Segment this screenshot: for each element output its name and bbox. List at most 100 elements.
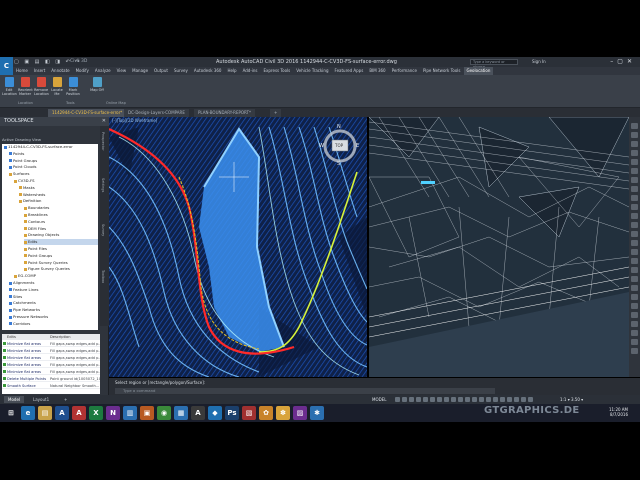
ribbon-button-edit-location[interactable]: Edit Location: [2, 77, 17, 96]
file-tab[interactable]: DC-Design-Layers-COMPARE: [124, 109, 189, 117]
description-column-header[interactable]: Description: [50, 334, 70, 340]
taskbar-app-icon[interactable]: ▨: [293, 406, 307, 420]
taskbar-app-icon[interactable]: A: [191, 406, 205, 420]
ribbon-tab-manage[interactable]: Manage: [129, 67, 151, 75]
taskbar-app-icon[interactable]: N: [106, 406, 120, 420]
ribbon-tab-view[interactable]: View: [114, 67, 130, 75]
tree-item[interactable]: Definition: [19, 198, 98, 203]
palette-tool-icon[interactable]: [631, 303, 638, 309]
tree-item[interactable]: Point Groups: [24, 253, 98, 258]
palette-tool-icon[interactable]: [631, 213, 638, 219]
tree-item[interactable]: Figure Survey Queries: [24, 266, 98, 271]
tree-item[interactable]: Sites: [9, 294, 98, 299]
edits-column-header[interactable]: Edits: [7, 334, 16, 340]
tree-item[interactable]: Watersheds: [19, 192, 98, 197]
ribbon-tab-annotate[interactable]: Annotate: [48, 67, 72, 75]
ribbon-button-reorient-marker[interactable]: Reorient Marker: [18, 77, 33, 96]
ribbon-tab-featured-apps[interactable]: Featured Apps: [331, 67, 366, 75]
viewcube-top-face[interactable]: TOP: [335, 143, 343, 148]
tree-item[interactable]: Alignments: [9, 280, 98, 285]
annotation-scale[interactable]: 1:1 ▾ 3.50 ▾: [560, 396, 583, 403]
ribbon-tab-modify[interactable]: Modify: [73, 67, 92, 75]
tree-item[interactable]: Corridors: [9, 321, 98, 326]
taskbar-app-icon[interactable]: ⊞: [4, 406, 18, 420]
palette-tool-icon[interactable]: [631, 186, 638, 192]
taskbar-app-icon[interactable]: ◆: [208, 406, 222, 420]
palette-tool-icon[interactable]: [631, 168, 638, 174]
palette-tool-icon[interactable]: [631, 159, 638, 165]
tree-item[interactable]: Point Clouds: [9, 164, 98, 169]
taskbar-app-icon[interactable]: ▤: [38, 406, 52, 420]
tree-item[interactable]: Breaklines: [24, 212, 98, 217]
ribbon-tab-home[interactable]: Home: [13, 67, 31, 75]
viewcube[interactable]: N S E W TOP: [318, 124, 362, 168]
taskbar-app-icon[interactable]: ▣: [140, 406, 154, 420]
tree-item[interactable]: Point Files: [24, 246, 98, 251]
ribbon-tab-autodesk-360[interactable]: Autodesk 360: [191, 67, 225, 75]
ribbon-tab-survey[interactable]: Survey: [171, 67, 191, 75]
status-toggles[interactable]: [395, 397, 535, 404]
layout-tab[interactable]: Layout1: [29, 396, 53, 403]
palette-tool-icon[interactable]: [631, 258, 638, 264]
tree-item[interactable]: Feature Lines: [9, 287, 98, 292]
viewport-controls-label[interactable]: [-][Top][2D Wireframe]: [112, 118, 157, 123]
drawing-viewport-right[interactable]: [369, 117, 629, 377]
edit-row[interactable]: Minimize flat areas Fill gaps,swap edges,…: [2, 355, 100, 361]
taskbar-app-icon[interactable]: ▦: [174, 406, 188, 420]
ribbon-tab-bim-360[interactable]: BIM 360: [366, 67, 388, 75]
tree-item[interactable]: DEM Files: [24, 226, 98, 231]
file-tab[interactable]: 1142944-C-CV3D-FS-surface-error*: [48, 109, 127, 117]
search-input[interactable]: Type a keyword or phrase: [470, 58, 518, 69]
tree-item[interactable]: 1142944-C-CV3D-FS-surface-error: [4, 144, 98, 149]
tree-item[interactable]: Pressure Networks: [9, 314, 98, 319]
palette-tool-icon[interactable]: [631, 231, 638, 237]
taskbar-app-icon[interactable]: ▧: [242, 406, 256, 420]
ribbon-tab-help[interactable]: Help: [224, 67, 239, 75]
tree-item[interactable]: Catchments: [9, 300, 98, 305]
ribbon-button-map-off[interactable]: Map Off: [90, 77, 104, 92]
tree-item[interactable]: EG-COMP: [14, 273, 98, 278]
palette-tool-icon[interactable]: [631, 312, 638, 318]
palette-tool-icon[interactable]: [631, 123, 638, 129]
app-menu-button[interactable]: C: [0, 57, 13, 75]
ribbon-button-mark-position[interactable]: Mark Position: [66, 77, 80, 96]
ribbon-button-locate-me[interactable]: Locate Me: [50, 77, 64, 96]
taskbar-app-icon[interactable]: A: [72, 406, 86, 420]
taskbar-app-icon[interactable]: ◉: [157, 406, 171, 420]
edit-row[interactable]: Minimize flat areas Fill gaps,swap edges,…: [2, 348, 100, 354]
edit-row[interactable]: Delete Multiple Points Point ground id(10…: [2, 376, 100, 382]
edit-row[interactable]: Minimize flat areas Fill gaps,swap edges,…: [2, 362, 100, 368]
toolspace-view-selector[interactable]: Active Drawing View: [0, 126, 100, 142]
file-tab[interactable]: PLAN-BOUNDARY-REPORT*: [194, 109, 255, 117]
palette-tool-icon[interactable]: [631, 339, 638, 345]
ribbon-tab-output[interactable]: Output: [151, 67, 171, 75]
taskbar-app-icon[interactable]: ✿: [259, 406, 273, 420]
layout-tab[interactable]: +: [60, 396, 71, 403]
taskbar-app-icon[interactable]: ✱: [310, 406, 324, 420]
ribbon-button-remove-location[interactable]: Remove Location: [34, 77, 49, 96]
edit-row[interactable]: Smooth Surface Natural Neighbor Smooth...: [2, 383, 100, 389]
ribbon-tab-performance[interactable]: Performance: [389, 67, 420, 75]
palette-tool-icon[interactable]: [631, 195, 638, 201]
ribbon-tab-express-tools[interactable]: Express Tools: [261, 67, 294, 75]
ribbon-tab-analyze[interactable]: Analyze: [92, 67, 114, 75]
tree-item[interactable]: CV3D-FS: [14, 178, 98, 183]
tree-item[interactable]: Edits: [24, 239, 98, 245]
palette-tool-icon[interactable]: [631, 141, 638, 147]
toolspace-tab-settings[interactable]: Settings: [101, 178, 105, 192]
file-tab[interactable]: +: [270, 109, 282, 117]
palette-tool-icon[interactable]: [631, 294, 638, 300]
tree-item[interactable]: Masks: [19, 185, 98, 190]
taskbar-app-icon[interactable]: ▥: [123, 406, 137, 420]
tree-item[interactable]: Point Survey Queries: [24, 260, 98, 265]
palette-tool-icon[interactable]: [631, 222, 638, 228]
window-controls[interactable]: –▢✕: [610, 58, 636, 65]
layout-tab[interactable]: Model: [4, 396, 25, 403]
toolspace-tab-toolbox[interactable]: Toolbox: [101, 270, 105, 283]
ribbon-tab-vehicle-tracking[interactable]: Vehicle Tracking: [293, 67, 331, 75]
ribbon-tab-add-ins[interactable]: Add-ins: [240, 67, 261, 75]
tree-item[interactable]: Surfaces: [9, 171, 98, 176]
tree-item[interactable]: Boundaries: [24, 205, 98, 210]
palette-tool-icon[interactable]: [631, 330, 638, 336]
toolspace-tab-prospector[interactable]: Prospector: [101, 132, 105, 151]
